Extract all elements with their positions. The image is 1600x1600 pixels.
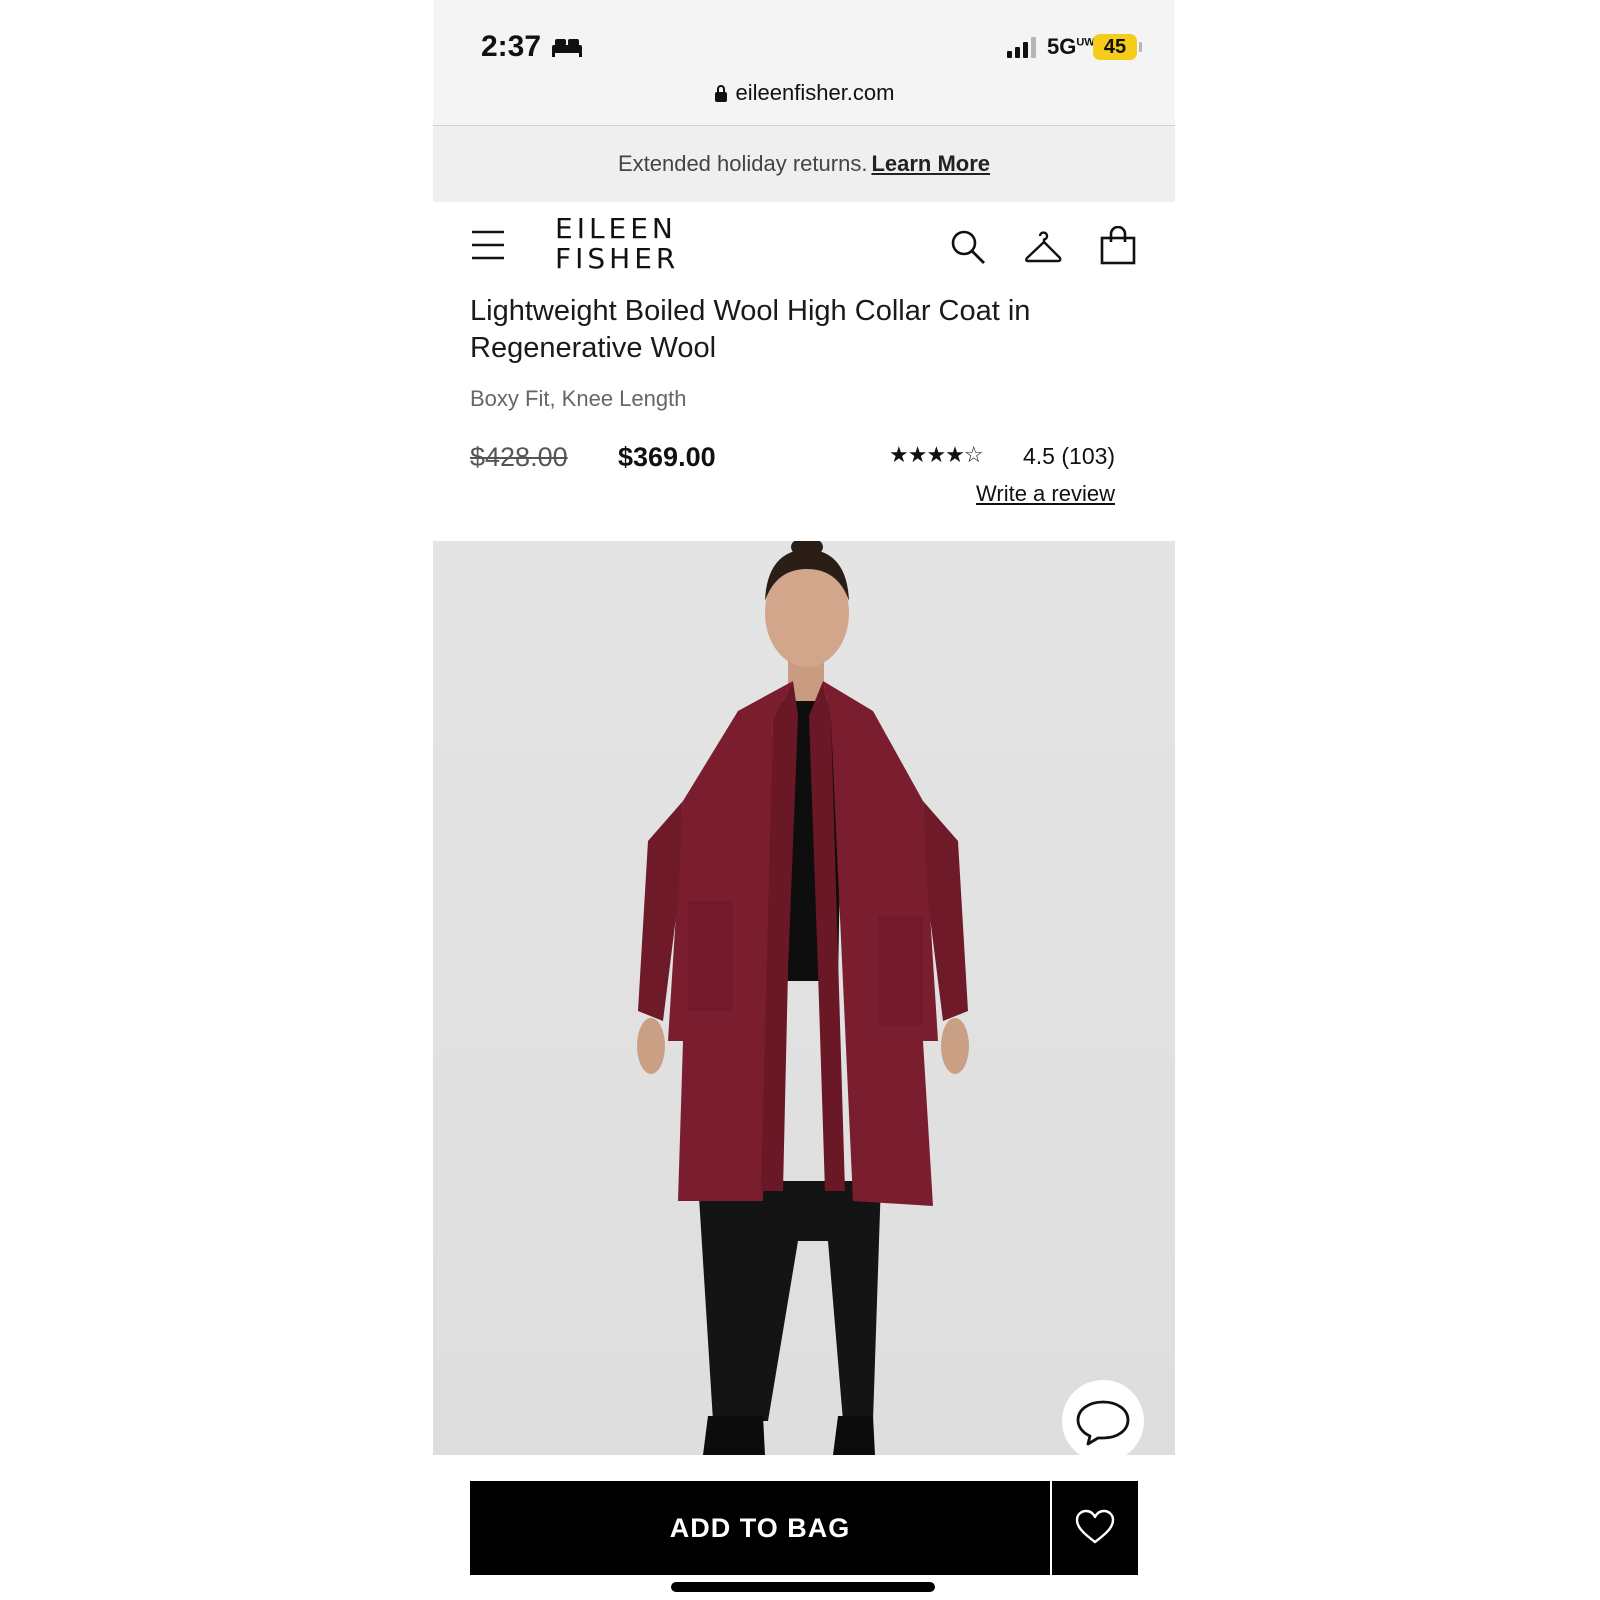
product-title: Lightweight Boiled Wool High Collar Coat…: [470, 295, 1031, 364]
logo-line-2: FISHER: [555, 242, 680, 275]
promo-text: Extended holiday returns.: [617, 151, 868, 176]
review-count: (103): [1061, 443, 1116, 469]
rating-value: 4.5: [1023, 443, 1055, 469]
status-time: 2:37: [481, 30, 542, 63]
brand-logo[interactable]: EILEEN FISHER: [555, 214, 679, 274]
battery-tip: [1139, 42, 1142, 52]
write-review-link[interactable]: Write a review: [976, 481, 1115, 507]
network-type: 5G: [1047, 34, 1077, 59]
lock-icon: [714, 85, 727, 102]
chat-button[interactable]: [1062, 1380, 1144, 1455]
chat-bubble-icon: [1076, 1400, 1130, 1446]
network-label: 5GUW: [1047, 34, 1095, 60]
heart-icon: [1075, 1509, 1115, 1543]
battery-indicator: 45: [1093, 34, 1137, 60]
promo-banner: Extended holiday returns. Learn More: [433, 126, 1175, 202]
network-suffix: UW: [1076, 36, 1095, 49]
rating-stars[interactable]: ★★★★☆: [889, 442, 984, 468]
sale-price: $369.00: [618, 442, 716, 472]
shopping-bag-icon[interactable]: [1099, 226, 1137, 266]
sleep-focus-icon: [552, 39, 582, 57]
rating-summary[interactable]: 4.5 (103): [1023, 443, 1115, 470]
url-text: eileenfisher.com: [735, 80, 895, 105]
model-photo: [637, 541, 969, 1455]
wishlist-button[interactable]: [1052, 1481, 1138, 1575]
product-image[interactable]: [433, 541, 1175, 1455]
home-indicator[interactable]: [671, 1582, 935, 1592]
account-hanger-icon[interactable]: [1023, 228, 1063, 266]
address-bar[interactable]: eileenfisher.com: [433, 80, 1175, 106]
search-icon[interactable]: [949, 228, 987, 266]
cellular-signal-icon: [1007, 37, 1036, 58]
add-to-bag-button[interactable]: ADD TO BAG: [470, 1481, 1050, 1575]
status-bar: 2:37 5GUW 45 eileenfisher.com: [433, 0, 1175, 126]
hamburger-menu-icon[interactable]: [471, 228, 505, 262]
product-fit: Boxy Fit, Knee Length: [470, 386, 687, 411]
phone-screen: 2:37 5GUW 45 eileenfisher.com Extended h…: [433, 0, 1175, 1600]
logo-line-1: EILEEN: [555, 212, 677, 245]
learn-more-link[interactable]: Learn More: [871, 151, 990, 176]
original-price: $428.00: [470, 442, 568, 472]
